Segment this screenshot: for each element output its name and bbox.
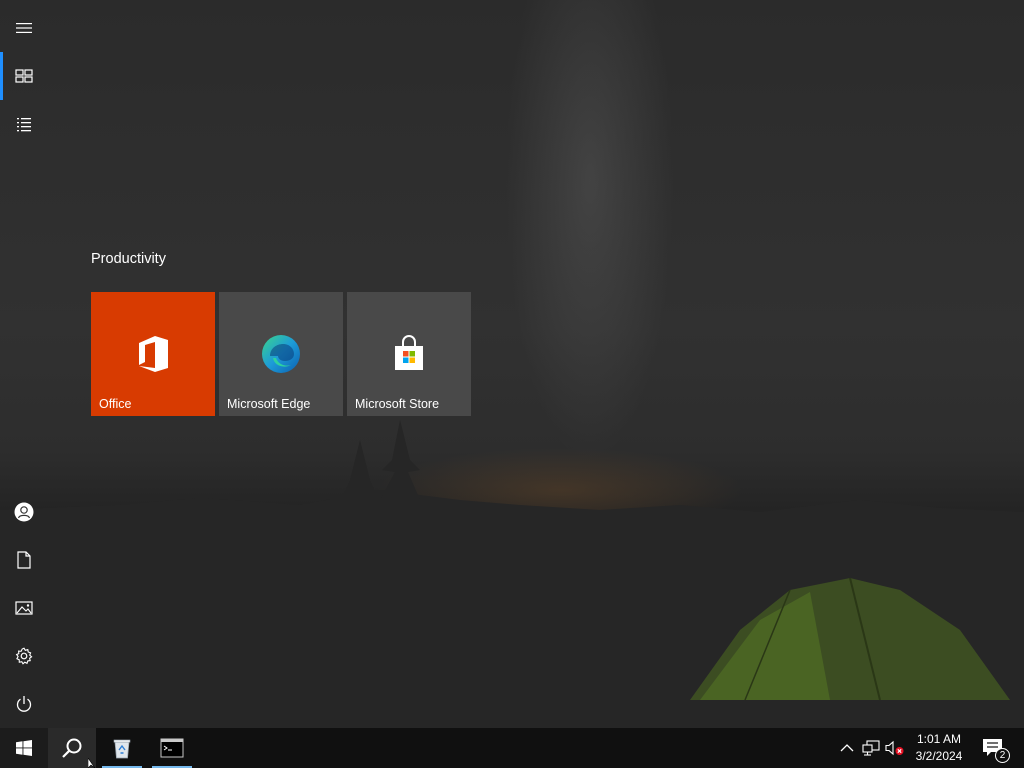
mouse-cursor-icon [88, 758, 96, 768]
all-apps-button[interactable] [0, 100, 48, 148]
start-menu-rail [0, 0, 48, 728]
user-icon [14, 502, 34, 522]
chevron-up-icon [840, 744, 854, 752]
volume-button[interactable] [885, 738, 905, 758]
tile-microsoft-edge[interactable]: Microsoft Edge [219, 292, 343, 416]
volume-muted-icon [885, 740, 904, 756]
document-icon [17, 551, 31, 569]
tile-label: Office [99, 397, 132, 411]
gear-icon [15, 647, 33, 665]
edge-icon [262, 335, 300, 373]
search-icon [62, 738, 82, 758]
taskbar-recycle-bin[interactable] [98, 728, 146, 768]
tiles-icon [15, 69, 33, 83]
recycle-bin-icon [113, 739, 131, 759]
app-list-icon [17, 118, 31, 132]
notification-count-badge: 2 [995, 748, 1010, 763]
documents-button[interactable] [0, 536, 48, 584]
pictures-button[interactable] [0, 584, 48, 632]
store-icon [395, 335, 423, 370]
tile-microsoft-store[interactable]: Microsoft Store [347, 292, 471, 416]
clock-time: 1:01 AM [916, 732, 962, 746]
office-icon [139, 336, 168, 372]
power-button[interactable] [0, 680, 48, 728]
taskbar: 1:01 AM 3/2/2024 2 [0, 728, 1024, 768]
start-button[interactable] [0, 728, 48, 768]
windows-logo-icon [16, 740, 32, 756]
action-center-button[interactable]: 2 [980, 736, 1010, 763]
network-button[interactable] [861, 738, 881, 758]
clock[interactable]: 1:01 AM 3/2/2024 [906, 731, 972, 765]
settings-button[interactable] [0, 632, 48, 680]
user-button[interactable] [0, 488, 48, 536]
taskbar-command-prompt[interactable] [148, 728, 196, 768]
power-icon [16, 696, 32, 712]
pinned-tiles-button[interactable] [0, 52, 48, 100]
pictures-icon [15, 601, 33, 615]
clock-date: 3/2/2024 [915, 749, 963, 763]
group-title[interactable]: Productivity [91, 251, 166, 267]
hamburger-menu-icon [16, 23, 32, 33]
terminal-icon [160, 738, 184, 758]
network-icon [862, 740, 880, 756]
tile-label: Microsoft Edge [227, 397, 311, 411]
show-hidden-icons-button[interactable] [837, 738, 857, 758]
tile-office[interactable]: Office [91, 292, 215, 416]
tile-label: Microsoft Store [355, 397, 440, 411]
expand-button[interactable] [0, 4, 48, 52]
